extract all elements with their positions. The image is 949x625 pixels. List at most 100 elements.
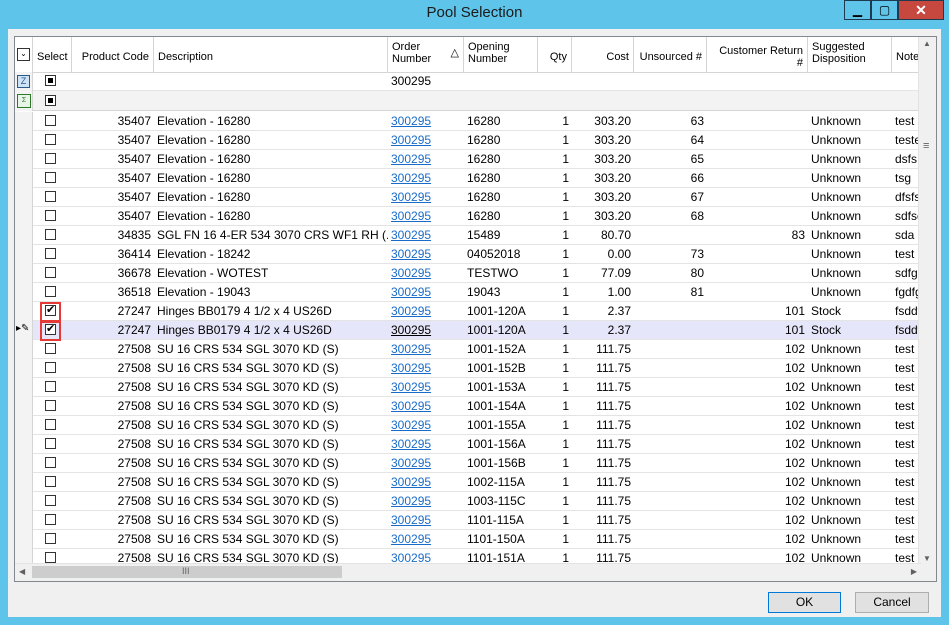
order-number-link-cell[interactable]: 300295 bbox=[388, 435, 464, 453]
select-checkbox[interactable] bbox=[45, 153, 56, 164]
table-row[interactable]: 35407 Elevation - 16280 300295 16280 1 303.20… bbox=[15, 207, 921, 226]
select-checkbox[interactable] bbox=[45, 115, 56, 126]
row-header[interactable] bbox=[15, 169, 33, 188]
scroll-left-icon[interactable]: ◀ bbox=[19, 567, 25, 576]
col-product-code[interactable]: Product Code bbox=[72, 37, 154, 72]
col-select[interactable]: Select bbox=[33, 37, 72, 72]
select-checkbox[interactable] bbox=[45, 343, 56, 354]
table-row[interactable]: 34835 SGL FN 16 4-ER 534 3070 CRS WF1 RH … bbox=[15, 226, 921, 245]
order-number-link[interactable]: 300295 bbox=[391, 247, 431, 261]
order-number-link-cell[interactable]: 300295 bbox=[388, 397, 464, 415]
row-header[interactable] bbox=[15, 397, 33, 416]
table-row[interactable]: 27247 Hinges BB0179 4 1/2 x 4 US26D 300295… bbox=[15, 302, 921, 321]
row-header[interactable] bbox=[15, 473, 33, 492]
vertical-scrollbar[interactable]: ▲ ≡ ▼ bbox=[918, 37, 936, 565]
horizontal-scrollbar[interactable]: ◀ III ▶ bbox=[15, 563, 921, 581]
filter-order-number[interactable]: 300295 bbox=[388, 72, 464, 90]
row-header[interactable] bbox=[15, 435, 33, 454]
table-row[interactable]: 36414 Elevation - 18242 300295 04052018 1 0.0… bbox=[15, 245, 921, 264]
order-number-link-cell[interactable]: 300295 bbox=[388, 340, 464, 358]
row-header[interactable] bbox=[15, 226, 33, 245]
row-header[interactable] bbox=[15, 378, 33, 397]
table-row[interactable]: 27508 SU 16 CRS 534 SGL 3070 KD (S) 300295… bbox=[15, 359, 921, 378]
row-header[interactable] bbox=[15, 150, 33, 169]
order-number-link-cell[interactable]: 300295 bbox=[388, 473, 464, 491]
order-number-link[interactable]: 300295 bbox=[391, 494, 431, 508]
order-number-link-cell[interactable]: 300295 bbox=[388, 359, 464, 377]
order-number-link[interactable]: 300295 bbox=[391, 190, 431, 204]
table-row[interactable]: 27508 SU 16 CRS 534 SGL 3070 KD (S) 300295… bbox=[15, 454, 921, 473]
order-number-link-cell[interactable]: 300295 bbox=[388, 169, 464, 187]
scroll-right-icon[interactable]: ▶ bbox=[911, 567, 917, 576]
order-number-link-cell[interactable]: 300295 bbox=[388, 530, 464, 548]
table-row[interactable]: 27508 SU 16 CRS 534 SGL 3070 KD (S) 300295… bbox=[15, 492, 921, 511]
row-header[interactable] bbox=[15, 131, 33, 150]
order-number-link-cell[interactable]: 300295 bbox=[388, 150, 464, 168]
scroll-thumb-grip-icon[interactable]: ≡ bbox=[923, 140, 929, 152]
order-number-link-cell[interactable]: 300295 bbox=[388, 454, 464, 472]
order-number-link[interactable]: 300295 bbox=[391, 418, 431, 432]
column-chooser[interactable]: ⌄ bbox=[15, 37, 33, 72]
row-header[interactable] bbox=[15, 302, 33, 321]
scroll-down-icon[interactable]: ▼ bbox=[923, 554, 931, 563]
order-number-link[interactable]: 300295 bbox=[391, 133, 431, 147]
table-row[interactable]: 35407 Elevation - 16280 300295 16280 1 303.20… bbox=[15, 169, 921, 188]
select-checkbox[interactable] bbox=[45, 419, 56, 430]
row-header[interactable] bbox=[15, 492, 33, 511]
col-opening-number[interactable]: Opening Number bbox=[464, 37, 538, 72]
col-customer-return[interactable]: Customer Return # bbox=[707, 37, 808, 72]
table-row[interactable]: 35407 Elevation - 16280 300295 16280 1 303.20… bbox=[15, 188, 921, 207]
order-number-link[interactable]: 300295 bbox=[391, 513, 431, 527]
col-cost[interactable]: Cost bbox=[572, 37, 634, 72]
minimize-button[interactable]: ▁ bbox=[844, 0, 871, 20]
ok-button[interactable]: OK bbox=[768, 592, 841, 613]
table-row[interactable]: 27508 SU 16 CRS 534 SGL 3070 KD (S) 300295… bbox=[15, 435, 921, 454]
order-number-link-cell[interactable]: 300295 bbox=[388, 131, 464, 149]
select-checkbox[interactable] bbox=[45, 172, 56, 183]
summary-icon[interactable]: Σ bbox=[17, 94, 31, 108]
order-number-link[interactable]: 300295 bbox=[391, 342, 431, 356]
col-description[interactable]: Description bbox=[154, 37, 388, 72]
select-checkbox[interactable] bbox=[45, 248, 56, 259]
table-row[interactable]: 35407 Elevation - 16280 300295 16280 1 303.20… bbox=[15, 112, 921, 131]
row-header[interactable] bbox=[15, 245, 33, 264]
filter-icon[interactable]: Z bbox=[17, 75, 30, 88]
select-checkbox[interactable] bbox=[45, 286, 56, 297]
order-number-link-cell[interactable]: 300295 bbox=[388, 112, 464, 130]
table-row[interactable]: 35407 Elevation - 16280 300295 16280 1 303.20… bbox=[15, 131, 921, 150]
table-row[interactable]: 27508 SU 16 CRS 534 SGL 3070 KD (S) 300295… bbox=[15, 340, 921, 359]
table-row[interactable]: 27508 SU 16 CRS 534 SGL 3070 KD (S) 300295… bbox=[15, 378, 921, 397]
row-header[interactable]: ▸✎ bbox=[15, 321, 33, 340]
order-number-link-cell[interactable]: 300295 bbox=[388, 378, 464, 396]
table-row[interactable]: ▸✎ 27247 Hinges BB0179 4 1/2 x 4 US26D 3002… bbox=[15, 321, 921, 340]
order-number-link[interactable]: 300295 bbox=[391, 266, 431, 280]
order-number-link[interactable]: 300295 bbox=[391, 380, 431, 394]
col-notes[interactable]: Notes bbox=[892, 37, 921, 72]
select-checkbox[interactable] bbox=[45, 438, 56, 449]
order-number-link[interactable]: 300295 bbox=[391, 361, 431, 375]
order-number-link[interactable]: 300295 bbox=[391, 475, 431, 489]
order-number-link-cell[interactable]: 300295 bbox=[388, 283, 464, 301]
row-header[interactable] bbox=[15, 530, 33, 549]
order-number-link-cell[interactable]: 300295 bbox=[388, 245, 464, 263]
table-row[interactable]: 27508 SU 16 CRS 534 SGL 3070 KD (S) 300295… bbox=[15, 416, 921, 435]
row-header[interactable] bbox=[15, 416, 33, 435]
col-order-number[interactable]: Order Number △ bbox=[388, 37, 464, 72]
table-row[interactable]: 27508 SU 16 CRS 534 SGL 3070 KD (S) 300295… bbox=[15, 511, 921, 530]
table-row[interactable]: 27508 SU 16 CRS 534 SGL 3070 KD (S) 300295… bbox=[15, 530, 921, 549]
table-row[interactable]: 35407 Elevation - 16280 300295 16280 1 303.20… bbox=[15, 150, 921, 169]
order-number-link[interactable]: 300295 bbox=[391, 304, 431, 318]
order-number-link[interactable]: 300295 bbox=[391, 323, 431, 337]
order-number-link-cell[interactable]: 300295 bbox=[388, 226, 464, 244]
order-number-link[interactable]: 300295 bbox=[391, 114, 431, 128]
row-header[interactable] bbox=[15, 264, 33, 283]
order-number-link[interactable]: 300295 bbox=[391, 171, 431, 185]
table-row[interactable]: 36678 Elevation - WOTEST 300295 TESTWO 1 77.0… bbox=[15, 264, 921, 283]
order-number-link[interactable]: 300295 bbox=[391, 399, 431, 413]
order-number-link[interactable]: 300295 bbox=[391, 228, 431, 242]
select-checkbox[interactable] bbox=[45, 229, 56, 240]
select-checkbox[interactable] bbox=[45, 533, 56, 544]
summary-select-checkbox[interactable] bbox=[45, 95, 56, 106]
row-header[interactable] bbox=[15, 283, 33, 302]
table-row[interactable]: 36518 Elevation - 19043 300295 19043 1 1.00 81… bbox=[15, 283, 921, 302]
